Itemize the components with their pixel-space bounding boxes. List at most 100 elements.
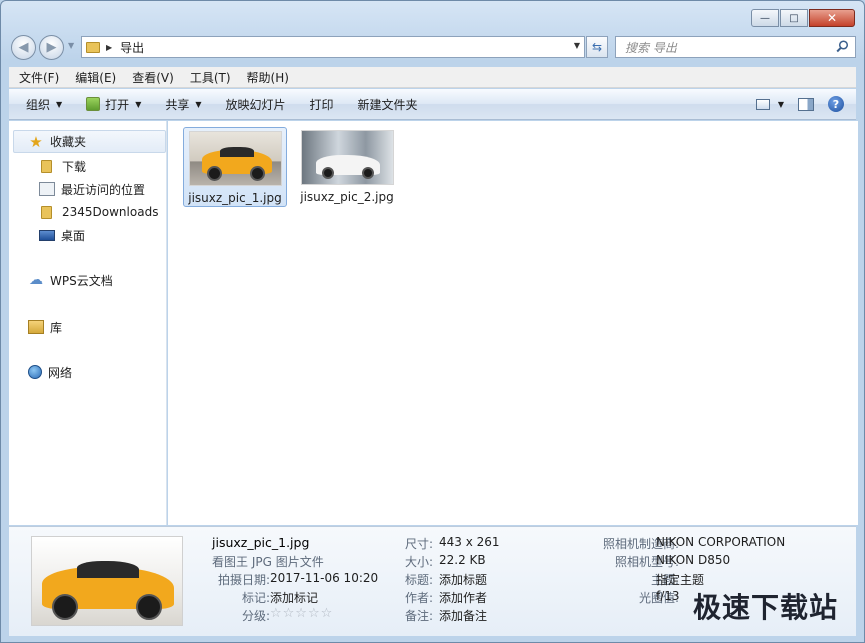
recent-pages-dropdown[interactable]: ▼ (68, 41, 74, 50)
forward-button[interactable]: ▶ (39, 35, 64, 60)
file-list[interactable]: jisuxz_pic_1.jpg jisuxz_pic_2.jpg (168, 121, 858, 525)
camera-model-value: NIKON D850 (656, 553, 731, 567)
address-dropdown-icon[interactable]: ▼ (574, 41, 580, 50)
size-value: 22.2 KB (439, 553, 486, 567)
title-value[interactable]: 添加标题 (439, 571, 487, 588)
organize-label: 组织 (26, 97, 51, 112)
explorer-window: — □ ✕ ◀ ▶ ▼ ▶ 导出 ▼ ⇆ 搜索 导出 文件(F) 编辑(E) 查… (0, 0, 865, 643)
search-icon[interactable] (836, 40, 849, 53)
sidebar-item-favorites[interactable]: ★ 收藏夹 (13, 130, 166, 153)
camera-maker-value: NIKON CORPORATION (656, 535, 786, 549)
folder-icon (41, 159, 52, 173)
sidebar-item-label: WPS云文档 (50, 273, 113, 288)
file-item[interactable]: jisuxz_pic_1.jpg (183, 127, 287, 207)
date-taken-label: 拍摄日期: (217, 573, 270, 587)
share-label: 共享 (165, 97, 190, 112)
help-icon[interactable]: ? (828, 96, 844, 112)
chevron-down-icon: ▼ (195, 99, 202, 109)
breadcrumb-current[interactable]: 导出 (120, 39, 144, 56)
organize-button[interactable]: 组织 ▼ (26, 96, 62, 113)
arrow-right-icon: ▶ (46, 40, 57, 55)
star-icon: ★ (29, 132, 43, 151)
new-folder-label: 新建文件夹 (357, 97, 418, 112)
f-stop-value: f/13 (656, 589, 680, 603)
slideshow-label: 放映幻灯片 (225, 97, 286, 112)
detail-file-type: 看图王 JPG 图片文件 (212, 555, 324, 569)
sidebar-item-desktop[interactable]: 桌面 (39, 225, 85, 245)
open-label: 打开 (105, 97, 130, 112)
menu-tools[interactable]: 工具(T) (190, 69, 231, 86)
wheel-shape (361, 167, 374, 179)
dimensions-value: 443 x 261 (439, 535, 500, 549)
change-view-button[interactable]: ▼ (755, 98, 784, 110)
menu-edit[interactable]: 编辑(E) (75, 69, 116, 86)
share-button[interactable]: 共享 ▼ (165, 96, 201, 113)
chevron-down-icon: ▼ (135, 99, 142, 109)
wheel-shape (321, 167, 334, 179)
new-folder-button[interactable]: 新建文件夹 (358, 96, 418, 113)
title-label: 标题: (404, 573, 433, 587)
details-pane: jisuxz_pic_1.jpg 看图王 JPG 图片文件 拍摄日期: 2017… (9, 526, 856, 636)
sidebar-item-label: 下载 (62, 159, 87, 174)
sidebar-item-label: 2345Downloads (62, 205, 159, 219)
file-item[interactable]: jisuxz_pic_2.jpg (295, 127, 399, 207)
car-windows (219, 147, 254, 157)
sidebar-item-label: 收藏夹 (50, 135, 87, 149)
search-input[interactable]: 搜索 导出 (615, 36, 856, 58)
watermark: 极速下载站 (692, 591, 838, 624)
wheel-shape (52, 594, 78, 620)
print-label: 打印 (309, 97, 334, 112)
sidebar-item-label: 桌面 (61, 228, 86, 243)
sidebar-item-2345downloads[interactable]: 2345Downloads (41, 202, 158, 222)
sidebar-item-library[interactable]: 库 (28, 317, 62, 337)
sidebar-item-recent-places[interactable]: 最近访问的位置 (39, 179, 145, 199)
sidebar-item-network[interactable]: 网络 (28, 362, 72, 382)
image-thumbnail (300, 130, 394, 185)
search-placeholder: 搜索 导出 (625, 40, 677, 55)
image-thumbnail (188, 131, 282, 186)
menu-file[interactable]: 文件(F) (19, 69, 59, 86)
author-value[interactable]: 添加作者 (439, 589, 487, 606)
navigation-pane: ★ 收藏夹 下载 最近访问的位置 2345Downloads 桌面 ☁ WPS云… (9, 121, 167, 525)
author-label: 作者: (404, 591, 433, 605)
maximize-button[interactable]: □ (780, 9, 808, 27)
rating-label: 分级: (241, 609, 270, 623)
sidebar-item-label: 最近访问的位置 (61, 182, 146, 197)
menu-help[interactable]: 帮助(H) (247, 69, 289, 86)
print-button[interactable]: 打印 (310, 96, 334, 113)
comments-value[interactable]: 添加备注 (439, 607, 487, 624)
open-button[interactable]: 打开 ▼ (86, 96, 141, 113)
recent-places-icon (39, 182, 55, 196)
sidebar-item-label: 库 (50, 320, 63, 335)
minimize-button[interactable]: — (751, 9, 779, 27)
tags-label: 标记: (241, 591, 270, 605)
file-name: jisuxz_pic_2.jpg (300, 190, 394, 204)
menu-view[interactable]: 查看(V) (132, 69, 174, 86)
refresh-button[interactable]: ⇆ (586, 36, 608, 58)
command-bar: 组织 ▼ 打开 ▼ 共享 ▼ 放映幻灯片 打印 新建文件夹 ▼ ? (9, 89, 856, 120)
close-button[interactable]: ✕ (809, 9, 855, 27)
back-button[interactable]: ◀ (11, 35, 36, 60)
arrow-left-icon: ◀ (18, 40, 29, 55)
sidebar-item-downloads[interactable]: 下载 (41, 156, 86, 176)
date-taken-value: 2017-11-06 10:20 (270, 571, 379, 585)
slideshow-button[interactable]: 放映幻灯片 (226, 96, 286, 113)
file-name: jisuxz_pic_1.jpg (188, 191, 282, 205)
detail-file-name: jisuxz_pic_1.jpg (212, 535, 310, 550)
toolbar-right: ▼ ? (755, 96, 844, 112)
cloud-icon: ☁ (29, 272, 43, 288)
wheel-shape (249, 166, 265, 181)
menu-bar: 文件(F) 编辑(E) 查看(V) 工具(T) 帮助(H) (9, 67, 856, 88)
folder-icon (41, 205, 52, 219)
comments-label: 备注: (404, 609, 433, 623)
breadcrumb-chevron-icon[interactable]: ▶ (106, 43, 112, 52)
address-bar[interactable]: ▶ 导出 ▼ (81, 36, 585, 58)
rating-stars[interactable]: ☆☆☆☆☆ (270, 606, 333, 621)
tags-value[interactable]: 添加标记 (270, 589, 318, 606)
image-viewer-icon (86, 97, 101, 111)
refresh-icon: ⇆ (591, 40, 603, 54)
sidebar-item-wps-cloud[interactable]: ☁ WPS云文档 (28, 270, 113, 290)
view-icon (755, 98, 770, 110)
wheel-shape (136, 594, 162, 620)
preview-pane-icon[interactable] (798, 97, 814, 111)
